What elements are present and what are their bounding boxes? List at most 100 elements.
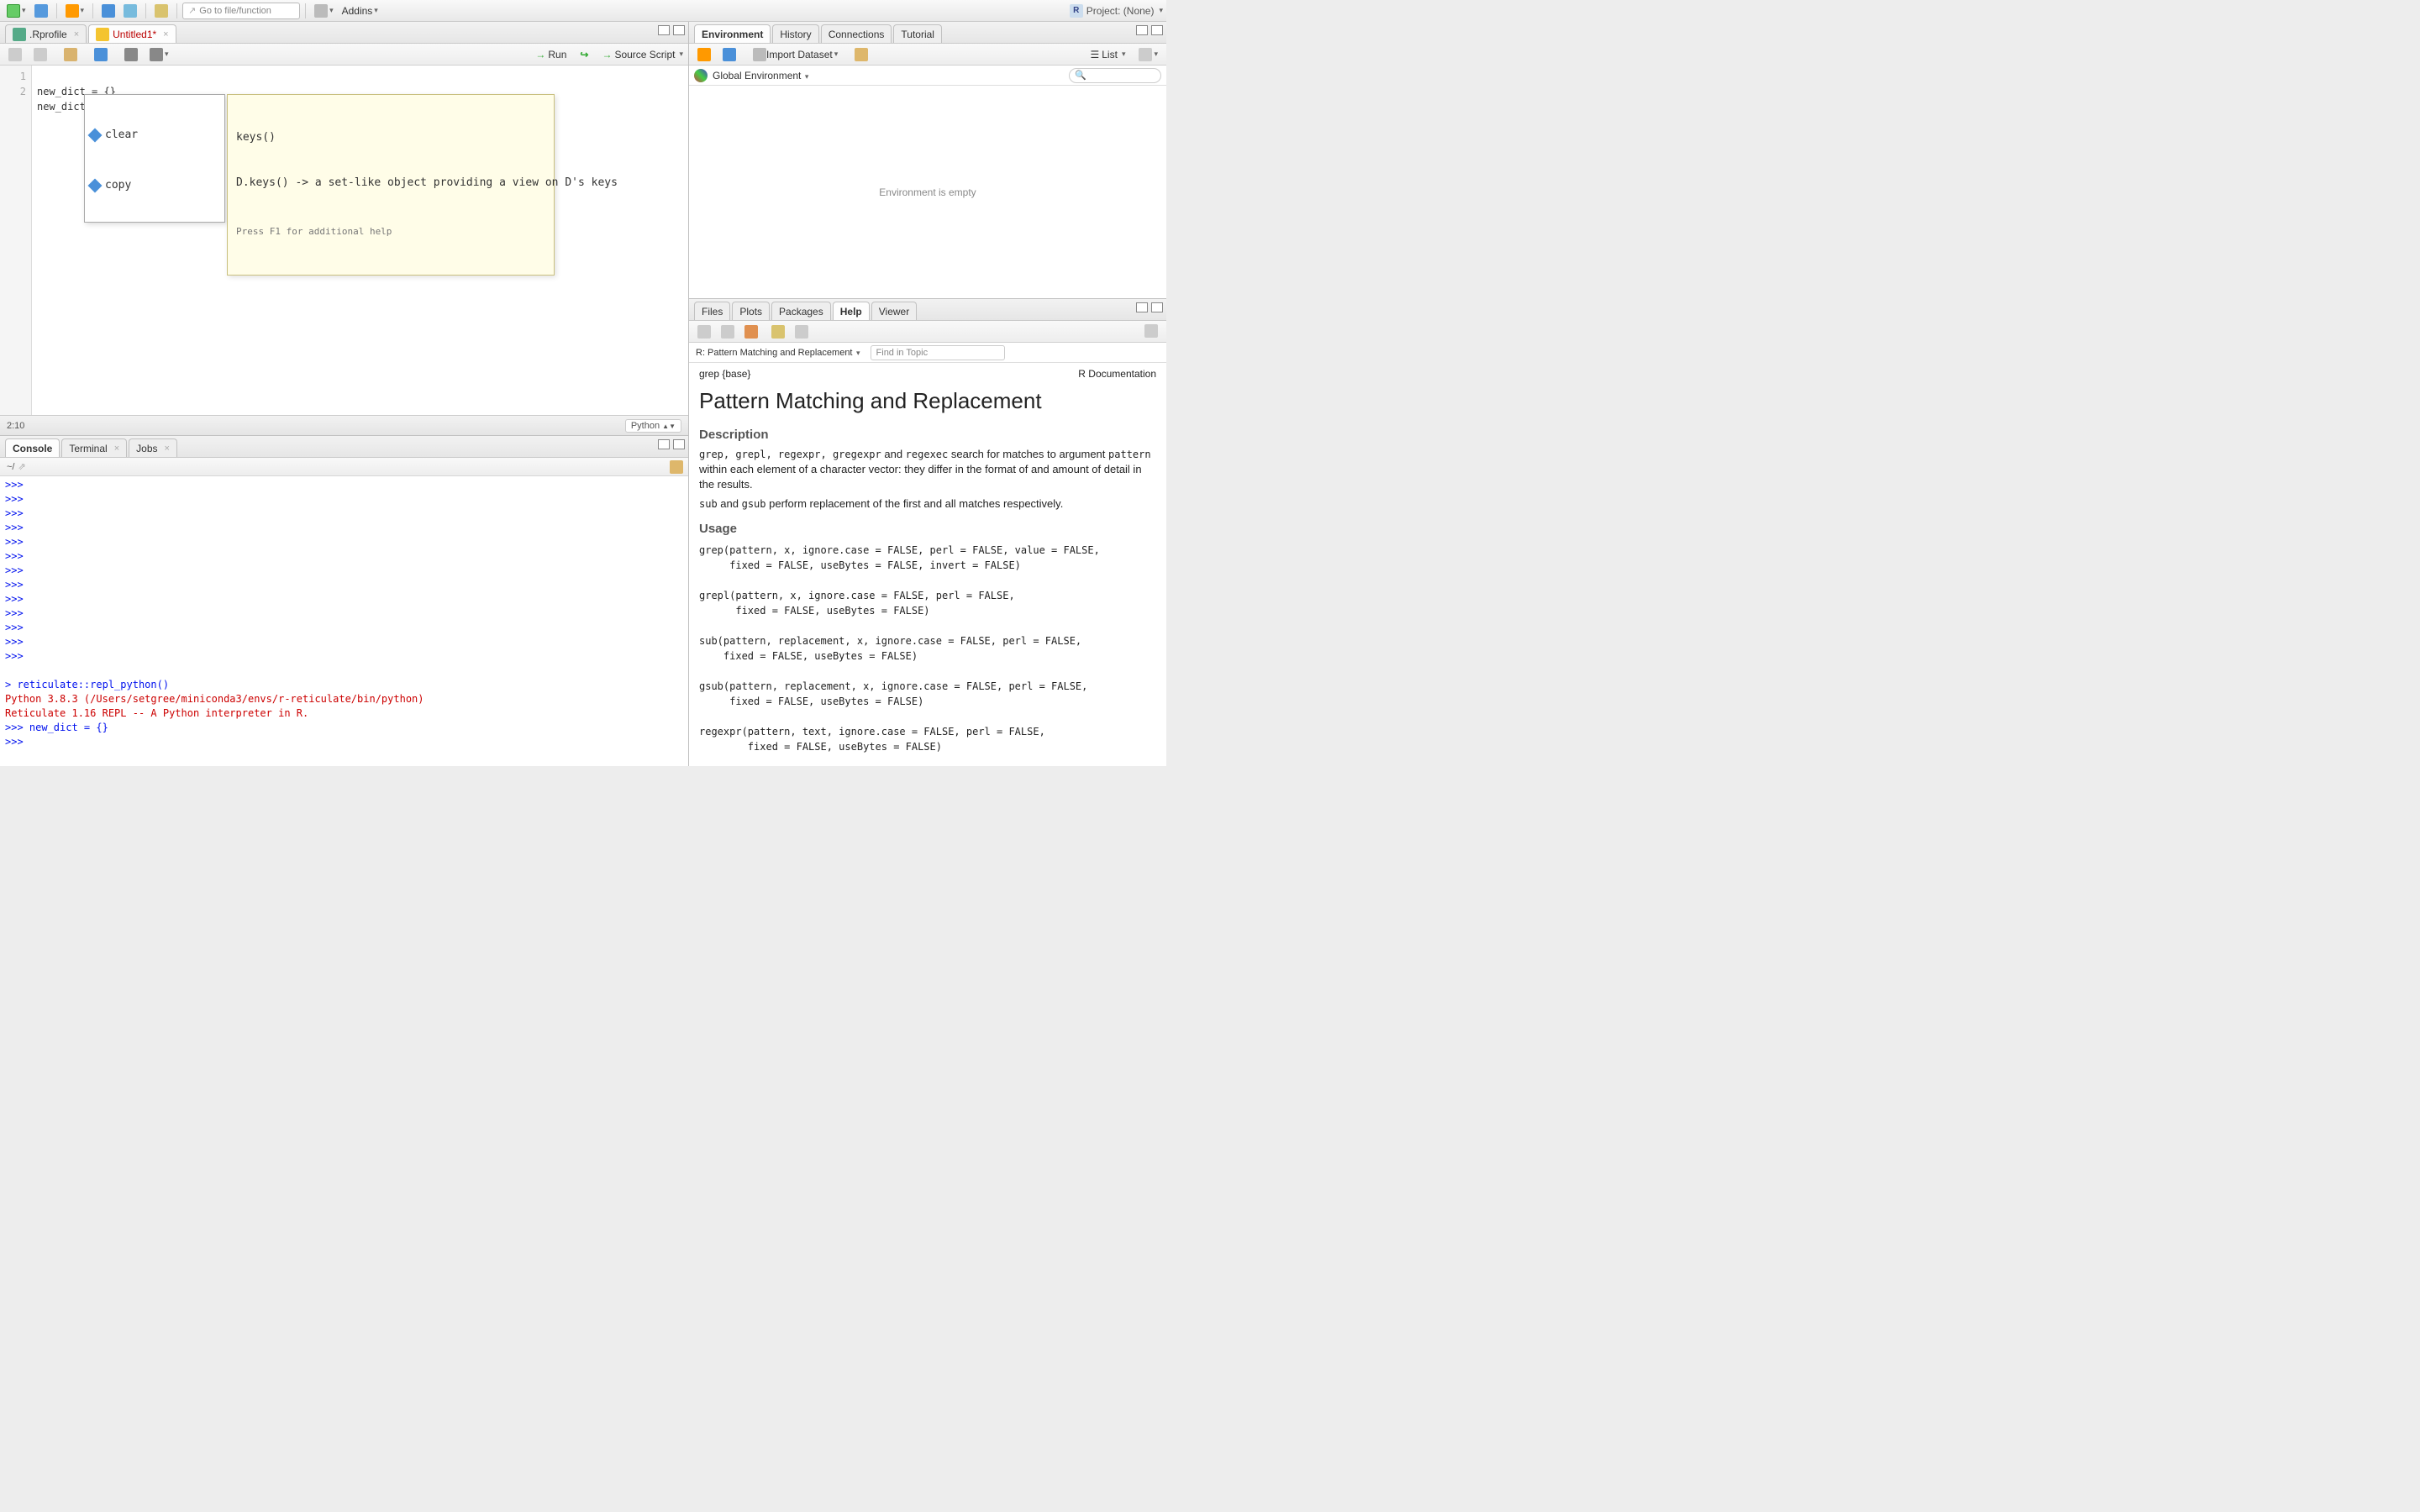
save-button[interactable] <box>98 3 118 19</box>
console-tab-terminal[interactable]: Terminal× <box>61 438 127 457</box>
env-search-input[interactable]: 🔍 <box>1069 68 1161 83</box>
r-logo-icon: R <box>1070 4 1083 18</box>
help-tab-files[interactable]: Files <box>694 302 730 320</box>
global-env-icon <box>694 69 708 82</box>
help-new-window-button[interactable] <box>792 323 812 340</box>
minimize-pane-button[interactable] <box>658 439 670 449</box>
help-home-button[interactable] <box>741 323 761 340</box>
method-icon <box>88 179 103 193</box>
env-view-mode[interactable]: ☰ List ▾ <box>1090 49 1125 60</box>
open-file-button[interactable]: ▾ <box>62 3 88 19</box>
python-file-icon <box>96 28 109 41</box>
method-icon <box>88 129 103 143</box>
maximize-pane-button[interactable] <box>673 439 685 449</box>
help-hdr-right: R Documentation <box>1078 368 1156 380</box>
new-file-button[interactable]: ▾ <box>3 3 29 19</box>
env-tab-tutorial[interactable]: Tutorial <box>893 24 942 43</box>
env-body: Environment is empty <box>689 86 1166 298</box>
console-tab-jobs[interactable]: Jobs× <box>129 438 177 457</box>
console-output[interactable]: >>>>>>>>>>>>>>>>>>>>>>>>>>>>>>>>>>>>>>> … <box>0 476 688 766</box>
help-topic-bar: R: Pattern Matching and Replacement ▾ Fi… <box>689 343 1166 363</box>
show-in-new-window-button[interactable] <box>60 46 81 63</box>
project-menu[interactable]: R Project: (None) ▾ <box>1070 4 1163 18</box>
help-topic-dropdown[interactable]: R: Pattern Matching and Replacement ▾ <box>696 348 860 358</box>
print-button[interactable] <box>151 3 171 19</box>
help-tab-help[interactable]: Help <box>833 302 870 320</box>
minimize-pane-button[interactable] <box>1136 302 1148 312</box>
help-h-description: Description <box>699 428 1156 442</box>
find-replace-button[interactable] <box>121 46 141 63</box>
goto-placeholder: Go to file/function <box>199 6 271 16</box>
code-editor[interactable]: 1 2 new_dict = {} new_dict. clear copy f… <box>0 66 688 415</box>
autocomplete-item[interactable]: copy <box>85 176 224 196</box>
addins-button[interactable]: Addins ▾ <box>339 3 381 19</box>
help-tab-packages[interactable]: Packages <box>771 302 831 320</box>
panes-button[interactable]: ▾ <box>311 3 337 19</box>
console-path-arrow-icon[interactable]: ⇗ <box>18 461 25 472</box>
maximize-pane-button[interactable] <box>673 25 685 35</box>
clear-env-button[interactable] <box>851 46 871 63</box>
top-toolbar: ▾ ▾ ↗ Go to file/function ▾ Addins ▾ R P… <box>0 0 1166 22</box>
help-desc-2: sub and gsub perform replacement of the … <box>699 496 1156 512</box>
rerun-button[interactable]: ↪ <box>576 46 592 63</box>
maximize-pane-button[interactable] <box>1151 302 1163 312</box>
console-tab-console[interactable]: Console <box>5 438 60 457</box>
console-path: ~/ <box>7 462 14 472</box>
nav-forward-button[interactable] <box>30 46 50 63</box>
console-header: ~/ ⇗ <box>0 458 688 476</box>
save-workspace-button[interactable] <box>719 46 739 63</box>
source-tab-rprofile[interactable]: .Rprofile × <box>5 24 87 43</box>
help-back-button[interactable] <box>694 323 714 340</box>
help-forward-button[interactable] <box>718 323 738 340</box>
help-tabs: Files Plots Packages Help Viewer <box>689 299 1166 321</box>
maximize-pane-button[interactable] <box>1151 25 1163 35</box>
help-find-input[interactable]: Find in Topic <box>871 345 1005 360</box>
nav-back-button[interactable] <box>5 46 25 63</box>
r-file-icon <box>13 28 26 41</box>
new-project-button[interactable] <box>31 3 51 19</box>
search-icon: 🔍 <box>1075 70 1086 81</box>
source-statusbar: 2:10 Python ▲▼ <box>0 415 688 435</box>
console-tabs: Console Terminal× Jobs× <box>0 436 688 458</box>
minimize-pane-button[interactable] <box>1136 25 1148 35</box>
env-tab-history[interactable]: History <box>772 24 818 43</box>
autocomplete-item[interactable]: clear <box>85 125 224 145</box>
env-scope-bar: Global Environment ▾ 🔍 <box>689 66 1166 86</box>
env-toolbar: Import Dataset ▾ ☰ List ▾ ▾ <box>689 44 1166 66</box>
help-tab-plots[interactable]: Plots <box>732 302 770 320</box>
close-icon[interactable]: × <box>114 444 119 454</box>
language-selector[interactable]: Python ▲▼ <box>625 419 681 433</box>
help-content[interactable]: grep {base} R Documentation Pattern Matc… <box>689 363 1166 766</box>
env-tab-connections[interactable]: Connections <box>821 24 892 43</box>
minimize-pane-button[interactable] <box>658 25 670 35</box>
close-icon[interactable]: × <box>165 444 170 454</box>
save-all-button[interactable] <box>120 3 140 19</box>
help-desc-1: grep, grepl, regexpr, gregexpr and regex… <box>699 447 1156 493</box>
help-tab-viewer[interactable]: Viewer <box>871 302 917 320</box>
source-script-button[interactable]: →Source Script ▾ <box>602 49 683 60</box>
env-scope-selector[interactable]: Global Environment ▾ <box>713 70 808 81</box>
cursor-position: 2:10 <box>7 421 24 431</box>
goto-file-input[interactable]: ↗ Go to file/function <box>182 3 300 19</box>
help-usage: grep(pattern, x, ignore.case = FALSE, pe… <box>699 543 1156 754</box>
env-tabs: Environment History Connections Tutorial <box>689 22 1166 44</box>
clear-console-button[interactable] <box>670 460 683 474</box>
editor-gutter: 1 2 <box>0 66 32 415</box>
import-dataset-button[interactable]: Import Dataset ▾ <box>750 46 841 63</box>
refresh-env-button[interactable]: ▾ <box>1135 46 1161 63</box>
help-refresh-button[interactable] <box>1141 323 1161 339</box>
close-icon[interactable]: × <box>74 29 79 39</box>
code-tools-button[interactable]: ▾ <box>146 46 172 63</box>
source-tab-untitled1[interactable]: Untitled1* × <box>88 24 176 43</box>
run-button[interactable]: →Run <box>535 49 566 60</box>
help-title: Pattern Matching and Replacement <box>699 388 1156 414</box>
load-workspace-button[interactable] <box>694 46 714 63</box>
help-hdr-left: grep {base} <box>699 368 750 380</box>
autocomplete-popup: clear copy fromkeys get items keys pop <box>84 94 225 223</box>
env-tab-environment[interactable]: Environment <box>694 24 771 43</box>
help-toolbar <box>689 321 1166 343</box>
save-source-button[interactable] <box>91 46 111 63</box>
help-print-button[interactable] <box>768 323 788 340</box>
close-icon[interactable]: × <box>163 29 168 39</box>
source-tabs: .Rprofile × Untitled1* × <box>0 22 688 44</box>
